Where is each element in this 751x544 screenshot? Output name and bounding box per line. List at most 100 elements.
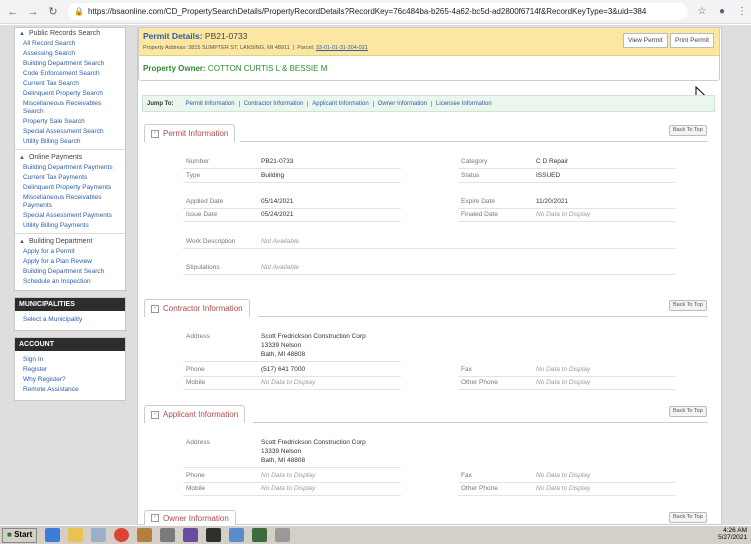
number-label: Number [186, 158, 210, 165]
sidebar-link-public-records-1[interactable]: Assessing Search [15, 49, 125, 59]
start-button[interactable]: ■ Start [2, 527, 38, 543]
sidebar-link-building-department-1[interactable]: Apply for a Plan Review [15, 257, 125, 267]
sidebar-link-online-payments-0[interactable]: Building Department Payments [15, 163, 125, 173]
arrow-left-icon[interactable]: ← [6, 5, 20, 19]
sidebar-heading-building-department[interactable]: ▲ Building Department [15, 236, 125, 247]
address-bar[interactable]: 🔒 https://bsaonline.com/CD_PropertySearc… [68, 3, 688, 20]
app-icon[interactable] [137, 528, 153, 542]
sidebar-link-building-department-0[interactable]: Apply for a Permit [15, 247, 125, 257]
back-to-top-button[interactable]: Back To Top [669, 125, 707, 136]
parcel-link[interactable]: 33-01-01-31-304-021 [316, 45, 368, 51]
section-tab-permit-information[interactable]: - Permit Information [144, 124, 236, 142]
app-icon[interactable] [206, 528, 222, 542]
sidebar-link-online-payments-5[interactable]: Utility Billing Payments [15, 221, 125, 231]
applicant-fax-value: No Data to Display [536, 472, 591, 479]
collapse-icon[interactable]: - [151, 514, 159, 522]
sidebar-link-online-payments-2[interactable]: Delinquent Property Payments [15, 183, 125, 193]
taskbar: ■ Start 4:26 AM 5/27/2021 [0, 525, 751, 544]
app-icon[interactable] [252, 528, 268, 542]
system-tray-clock[interactable]: 4:26 AM 5/27/2021 [718, 527, 747, 541]
sidebar-link-public-records-7[interactable]: Property Sale Search [15, 117, 125, 127]
section-tab-applicant-information[interactable]: - Applicant Information [144, 405, 246, 423]
sidebar-link-online-payments-1[interactable]: Current Tax Payments [15, 173, 125, 183]
municipalities-box: MUNICIPALITIES Select a Municipality [14, 297, 126, 331]
permit-title: Permit Details: PB21-0733 [143, 31, 248, 41]
sidebar-link-municipality-0[interactable]: Select a Municipality [15, 315, 125, 325]
back-to-top-button[interactable]: Back To Top [669, 300, 707, 311]
jump-to-bar: Jump To: Permit Information Contractor I… [142, 95, 715, 112]
view-permit-button[interactable]: View Permit [623, 33, 668, 48]
sidebar-list-public-records: All Record Search Assessing Search Buildin… [15, 39, 125, 147]
applicant-phone-label: Phone [186, 472, 205, 479]
applicant-address-line2: 13339 Nelson [261, 448, 302, 455]
account-heading: ACCOUNT [15, 338, 125, 351]
jump-link-owner[interactable]: Owner Information [374, 100, 433, 107]
app-icon[interactable] [229, 528, 245, 542]
category-label: Category [461, 158, 488, 165]
applicant-address-line3: Bath, MI 48808 [261, 457, 306, 464]
sidebar-link-account-3[interactable]: Remote Assistance [15, 385, 125, 395]
applicant-phone-value: No Data to Display [261, 472, 316, 479]
jump-link-contractor[interactable]: Contractor Information [240, 100, 309, 107]
sidebar-link-building-department-2[interactable]: Building Department Search [15, 267, 125, 277]
sidebar-link-public-records-9[interactable]: Utility Billing Search [15, 137, 125, 147]
app-icon[interactable] [275, 528, 291, 542]
sidebar-link-public-records-2[interactable]: Building Department Search [15, 59, 125, 69]
sidebar-link-public-records-6[interactable]: Miscellaneous Receivables Search [15, 99, 125, 117]
jump-link-permit[interactable]: Permit Information [182, 100, 240, 107]
jump-link-licensee[interactable]: Licensee Information [432, 101, 496, 107]
sidebar-heading-online-payments[interactable]: ▲ Online Payments [15, 152, 125, 163]
sidebar-link-online-payments-4[interactable]: Special Assessment Payments [15, 211, 125, 221]
stipulations-value: Not Available [261, 264, 299, 271]
arrow-right-icon[interactable]: → [26, 5, 40, 19]
sidebar-link-account-1[interactable]: Register [15, 365, 125, 375]
number-value: PB21-0733 [261, 158, 294, 165]
person-icon[interactable]: ● [716, 5, 728, 19]
applied-date-value: 05/14/2021 [261, 198, 294, 205]
account-box: ACCOUNT Sign In Register Why Register? Remo… [14, 337, 126, 401]
back-to-top-button[interactable]: Back To Top [669, 512, 707, 523]
contractor-address-line3: Bath, MI 48808 [261, 351, 306, 358]
app-icon[interactable] [183, 528, 199, 542]
applicant-fax-label: Fax [461, 472, 472, 479]
triangle-up-icon: ▲ [19, 30, 25, 37]
collapse-icon[interactable]: - [151, 129, 159, 138]
collapse-icon[interactable]: - [151, 304, 159, 313]
chrome-icon[interactable] [114, 528, 130, 542]
sidebar-link-account-2[interactable]: Why Register? [15, 375, 125, 385]
jump-link-applicant[interactable]: Applicant Information [308, 100, 374, 107]
app-icon[interactable] [160, 528, 176, 542]
collapse-icon[interactable]: - [151, 410, 159, 419]
applicant-address-line1: Scott Fredrickson Construction Corp [261, 439, 366, 446]
sidebar: ▲ Public Records Search All Record Searc… [14, 27, 126, 405]
permit-address-line: Property Address: 3815 SUMPTER ST, LANSI… [143, 45, 368, 51]
dots-menu-icon[interactable]: ⋮ [736, 5, 748, 19]
back-to-top-button[interactable]: Back To Top [669, 406, 707, 417]
sidebar-link-public-records-4[interactable]: Current Tax Search [15, 79, 125, 89]
owner-name: COTTON CURTIS L & BESSIE M [207, 64, 328, 73]
contractor-mobile-label: Mobile [186, 379, 206, 386]
sidebar-link-online-payments-3[interactable]: Miscellaneous Receivables Payments [15, 193, 125, 211]
property-address: 3815 SUMPTER ST, LANSING, MI 48911 [188, 45, 290, 51]
section-tab-owner-information[interactable]: - Owner Information [144, 510, 236, 525]
browser-toolbar: ← → ↻ 🔒 https://bsaonline.com/CD_Propert… [0, 0, 751, 24]
section-tab-contractor-information[interactable]: - Contractor Information [144, 299, 250, 317]
sidebar-link-public-records-0[interactable]: All Record Search [15, 39, 125, 49]
triangle-up-icon: ▲ [19, 154, 25, 161]
contractor-phone-label: Phone [186, 366, 205, 373]
sidebar-link-account-0[interactable]: Sign In [15, 355, 125, 365]
sidebar-link-building-department-3[interactable]: Schedule an Inspection [15, 277, 125, 287]
type-value: Building [261, 172, 285, 179]
sidebar-link-public-records-5[interactable]: Delinquent Property Search [15, 89, 125, 99]
contractor-other-phone-value: No Data to Display [536, 379, 591, 386]
document-icon[interactable] [91, 528, 107, 542]
reload-icon[interactable]: ↻ [46, 5, 60, 19]
folder-icon[interactable] [68, 528, 84, 542]
sidebar-link-public-records-3[interactable]: Code Enforcement Search [15, 69, 125, 79]
status-label: Status [461, 172, 480, 179]
sidebar-heading-public-records[interactable]: ▲ Public Records Search [15, 28, 125, 39]
sidebar-link-public-records-8[interactable]: Special Assessment Search [15, 127, 125, 137]
ie-icon[interactable] [45, 528, 61, 542]
star-icon[interactable]: ☆ [696, 5, 708, 19]
print-permit-button[interactable]: Print Permit [670, 33, 714, 48]
